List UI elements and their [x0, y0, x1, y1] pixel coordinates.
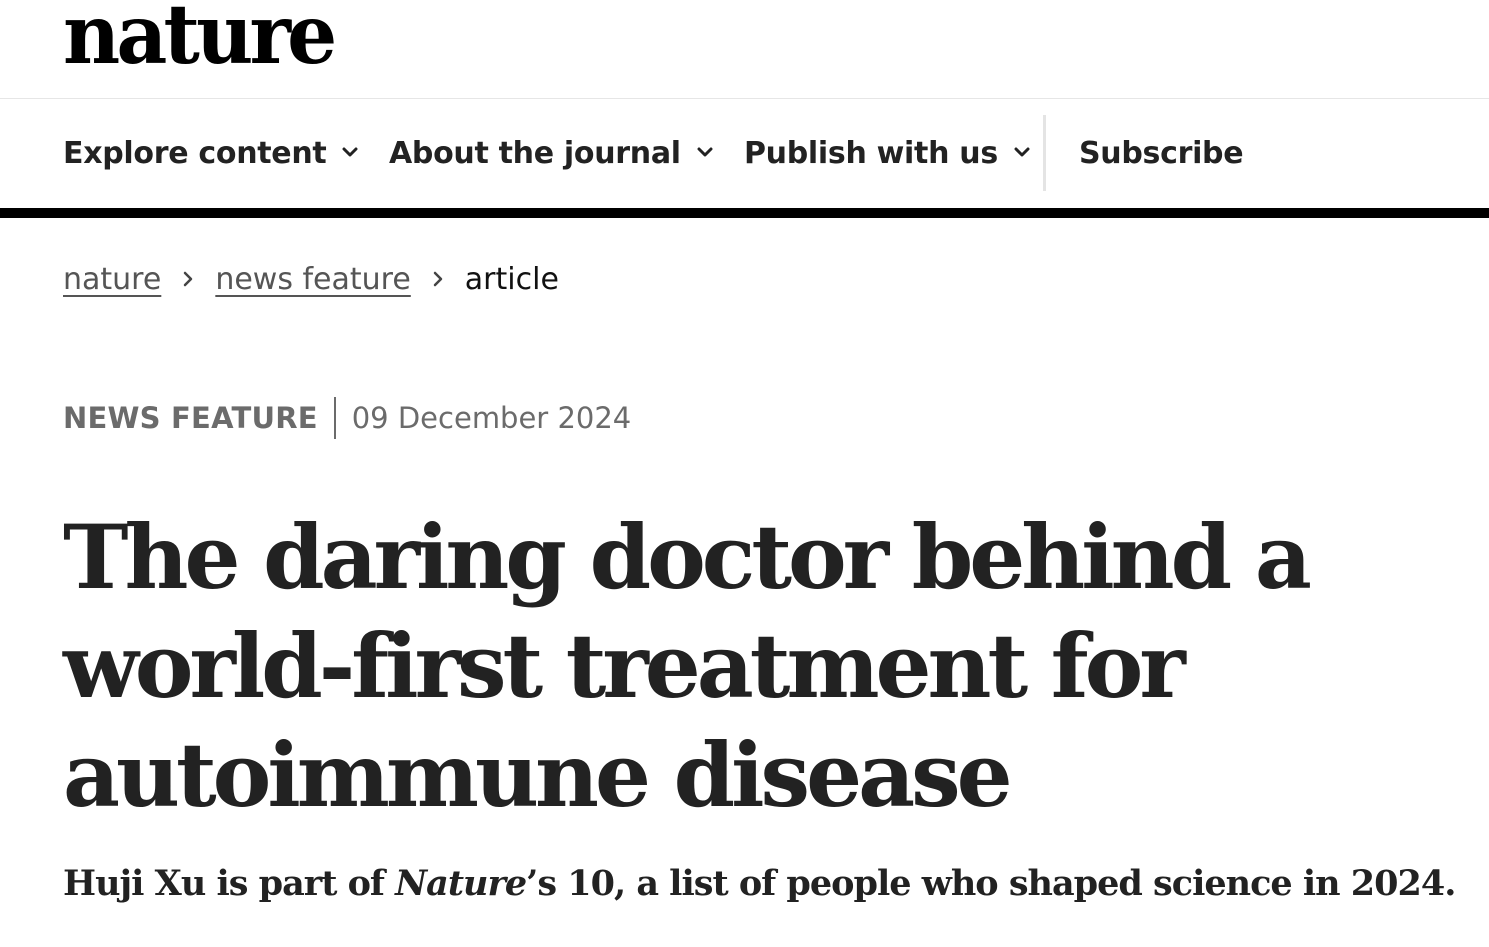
breadcrumb-link-news-feature[interactable]: news feature	[215, 262, 410, 297]
meta-divider	[333, 397, 336, 439]
standfirst-emphasis: Nature	[395, 863, 527, 904]
nav-about-the-journal-label: About the journal	[389, 136, 681, 171]
chevron-down-icon	[342, 147, 358, 156]
article-standfirst: Huji Xu is part of Nature’s 10, a list o…	[63, 860, 1463, 908]
standfirst-suffix: ’s 10, a list of people who shaped scien…	[526, 863, 1456, 904]
breadcrumb: nature news feature article	[63, 258, 559, 300]
article-meta: NEWS FEATURE 09 December 2024	[63, 396, 631, 440]
nav-publish-with-us-label: Publish with us	[744, 136, 998, 171]
chevron-down-icon	[1014, 147, 1030, 156]
article-title: The daring doctor behind a world-first t…	[63, 505, 1312, 827]
publish-date: 09 December 2024	[351, 401, 632, 435]
nav-about-the-journal[interactable]: About the journal	[389, 99, 713, 208]
chevron-right-icon	[184, 271, 193, 287]
main-navigation: Explore content About the journal Publis…	[0, 99, 1489, 218]
breadcrumb-current: article	[464, 261, 559, 297]
subscribe-label: Subscribe	[1079, 136, 1244, 171]
breadcrumb-link-nature[interactable]: nature	[63, 262, 161, 297]
chevron-right-icon	[433, 271, 443, 287]
site-header: nature	[0, 0, 1489, 99]
article-type: NEWS FEATURE	[63, 401, 318, 435]
nav-divider	[1043, 115, 1046, 191]
nav-explore-content[interactable]: Explore content	[63, 99, 358, 208]
chevron-down-icon	[697, 147, 713, 156]
nav-publish-with-us[interactable]: Publish with us	[744, 99, 1030, 208]
standfirst-prefix: Huji Xu is part of	[63, 863, 396, 904]
nature-logo[interactable]: nature	[63, 0, 337, 76]
subscribe-link[interactable]: Subscribe	[1079, 99, 1244, 208]
nav-explore-content-label: Explore content	[63, 136, 327, 171]
